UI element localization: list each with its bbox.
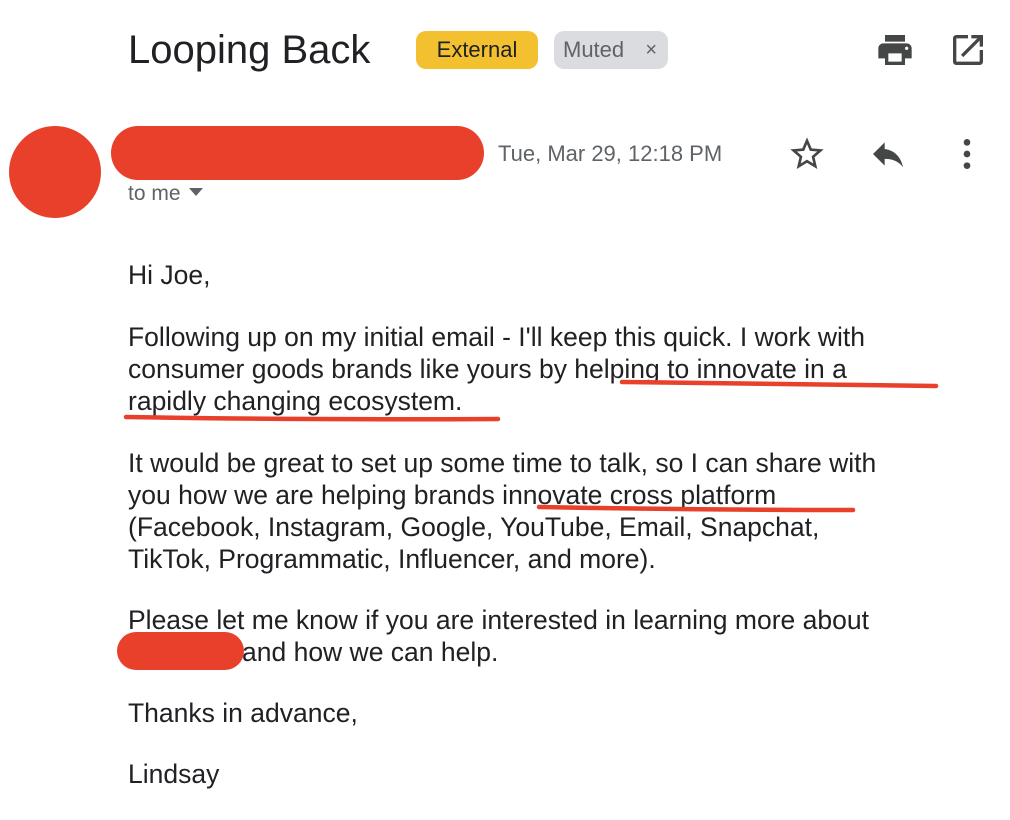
sender-avatar[interactable]: [9, 126, 101, 218]
paragraph-line: (Facebook, Instagram, Google, YouTube, E…: [128, 512, 820, 542]
paragraph-line: rapidly changing ecosystem.: [128, 386, 463, 416]
message-date: Tue, Mar 29, 12:18 PM: [498, 141, 723, 166]
email-subject: Looping Back: [128, 28, 371, 72]
print-icon[interactable]: [875, 30, 915, 70]
paragraph-line: TikTok, Programmatic, Influencer, and mo…: [128, 544, 656, 574]
paragraph-line: Following up on my initial email - I'll …: [128, 322, 866, 352]
label-external-chip[interactable]: External: [416, 31, 538, 69]
signature: Lindsay: [128, 759, 220, 789]
recipient-label: to me: [128, 182, 181, 205]
paragraph-line: Please let me know if you are interested…: [128, 605, 869, 635]
star-icon[interactable]: [787, 134, 827, 174]
more-vert-icon[interactable]: [947, 134, 987, 174]
recipient-details-toggle[interactable]: to me: [128, 180, 203, 208]
greeting: Hi Joe,: [128, 260, 211, 290]
underline-mark: [123, 414, 501, 422]
paragraph-line: It would be great to set up some time to…: [128, 448, 877, 478]
company-name-redaction: [117, 632, 244, 670]
reply-icon[interactable]: [868, 134, 908, 174]
sender-name-redaction: [111, 126, 484, 180]
remove-label-icon[interactable]: ×: [645, 31, 657, 69]
paragraph-intro: Following up on my initial email - I'll …: [128, 321, 988, 417]
closing-line: Thanks in advance,: [128, 698, 358, 728]
paragraph-request: Please let me know if you are interested…: [128, 604, 988, 668]
paragraph-line: you how we are helping brands innovate c…: [128, 480, 777, 510]
chevron-down-icon[interactable]: [188, 188, 203, 197]
label-muted-chip[interactable]: Muted ×: [554, 31, 668, 69]
paragraph-line: consumer goods brands like yours by help…: [128, 354, 847, 384]
paragraph-line: and how we can help.: [242, 637, 499, 667]
paragraph-pitch: It would be great to set up some time to…: [128, 447, 988, 575]
open-in-new-window-icon[interactable]: [948, 30, 988, 70]
label-muted-text: Muted: [563, 37, 625, 62]
